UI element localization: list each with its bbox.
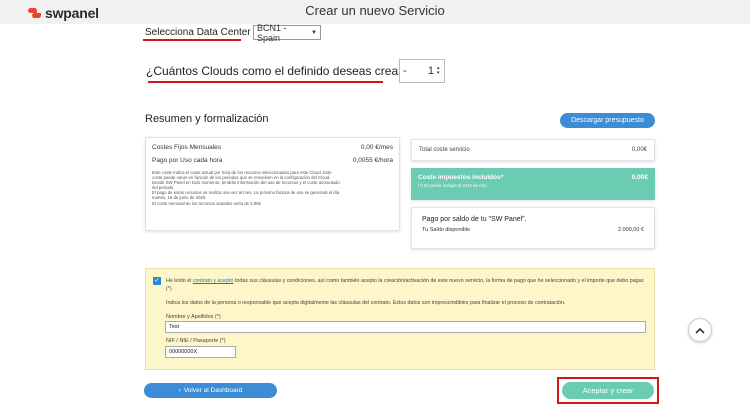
- balance-value: 2.000,00 €: [618, 227, 644, 233]
- total-cost-label: Total coste servicio: [419, 147, 470, 153]
- stepper-value: 1: [427, 65, 434, 77]
- datacenter-select-value: BCN1 - Spain: [257, 22, 287, 43]
- fixed-cost-row: Costes Fijos Mensuales 0,00 €/mes: [152, 144, 393, 151]
- total-cost-card: Total coste servicio 0,00€: [411, 139, 655, 161]
- usage-cost-row: Pago por Uso cada hora 0,0055 €/hora: [152, 157, 393, 164]
- contract-link[interactable]: contrato y acepto: [193, 278, 234, 284]
- clouds-quantity-question: ¿Cuántos Clouds como el definido deseas …: [146, 64, 409, 78]
- cost-fine-print: Este coste indica el coste actual por ho…: [152, 170, 393, 206]
- chevron-down-icon: ▼: [311, 29, 317, 36]
- fixed-cost-label: Costes Fijos Mensuales: [152, 144, 221, 151]
- balance-label: Tu Saldo disponible: [422, 227, 471, 233]
- usage-cost-value: 0,0055 €/hora: [352, 157, 393, 164]
- stepper-minus: -: [403, 65, 407, 77]
- back-to-dashboard-button[interactable]: ‹ Volver al Dashboard: [144, 383, 277, 398]
- chevron-left-icon: ‹: [178, 387, 181, 394]
- clouds-quantity-stepper[interactable]: - 1 ▴▾: [399, 59, 445, 83]
- accept-and-create-button[interactable]: Aceptar y crear: [562, 382, 654, 399]
- tax-note: (*) El precio incluye el 21% de IVA.: [418, 183, 488, 188]
- balance-payment-title: Pago por saldo de tu "SW Panel".: [422, 216, 527, 223]
- total-cost-value: 0,00€: [631, 147, 647, 153]
- contract-acceptance-text: He leído el contrato y acepto todas sus …: [166, 277, 646, 293]
- summary-title: Resumen y formalización: [145, 113, 269, 125]
- page-title: Crear un nuevo Servicio: [305, 3, 445, 18]
- tax-row: Coste impuestos incluidos* 0,00€: [418, 174, 648, 181]
- fine-print-line: El coste mensual de los recursos actuale…: [152, 200, 261, 206]
- signer-description: Indica los datos de la persona o respons…: [166, 300, 566, 306]
- back-to-dashboard-label: Volver al Dashboard: [183, 387, 243, 394]
- acceptance-text: todas sus cláusulas y condiciones, así c…: [166, 278, 645, 292]
- full-name-label: Nombre y Apellidos (*): [166, 314, 221, 320]
- balance-row: Tu Saldo disponible 2.000,00 €: [422, 227, 644, 233]
- fixed-cost-value: 0,00 €/mes: [360, 144, 393, 151]
- contract-acceptance-panel: ✓ He leído el contrato y acepto todas su…: [145, 268, 655, 370]
- cost-breakdown-card: Costes Fijos Mensuales 0,00 €/mes Pago p…: [145, 137, 400, 231]
- tax-included-card: Coste impuestos incluidos* 0,00€ (*) El …: [411, 168, 655, 200]
- datacenter-label: Selecciona Data Center: [145, 27, 251, 38]
- datacenter-select[interactable]: BCN1 - Spain ▼: [253, 22, 321, 43]
- balance-payment-card: Pago por saldo de tu "SW Panel". Tu Sald…: [411, 207, 655, 249]
- accept-contract-checkbox[interactable]: ✓: [153, 277, 161, 285]
- download-quote-button[interactable]: Descargar presupuesto: [560, 113, 655, 128]
- tax-value: 0,00€: [631, 174, 648, 181]
- id-document-label: NIF / NIE / Pasaporte (*): [166, 338, 226, 344]
- usage-cost-label: Pago por Uso cada hora: [152, 157, 223, 164]
- scroll-to-top-button[interactable]: [688, 318, 712, 342]
- spinner-arrows-icon[interactable]: ▴▾: [437, 66, 441, 76]
- full-name-input[interactable]: [165, 321, 646, 333]
- tax-label: Coste impuestos incluidos*: [418, 174, 504, 181]
- datacenter-highlight-underline: [143, 39, 241, 41]
- chevron-up-icon: [695, 327, 705, 334]
- acceptance-prefix: He leído el: [166, 278, 192, 284]
- id-document-input[interactable]: [165, 346, 236, 358]
- clouds-highlight-underline: [148, 81, 383, 83]
